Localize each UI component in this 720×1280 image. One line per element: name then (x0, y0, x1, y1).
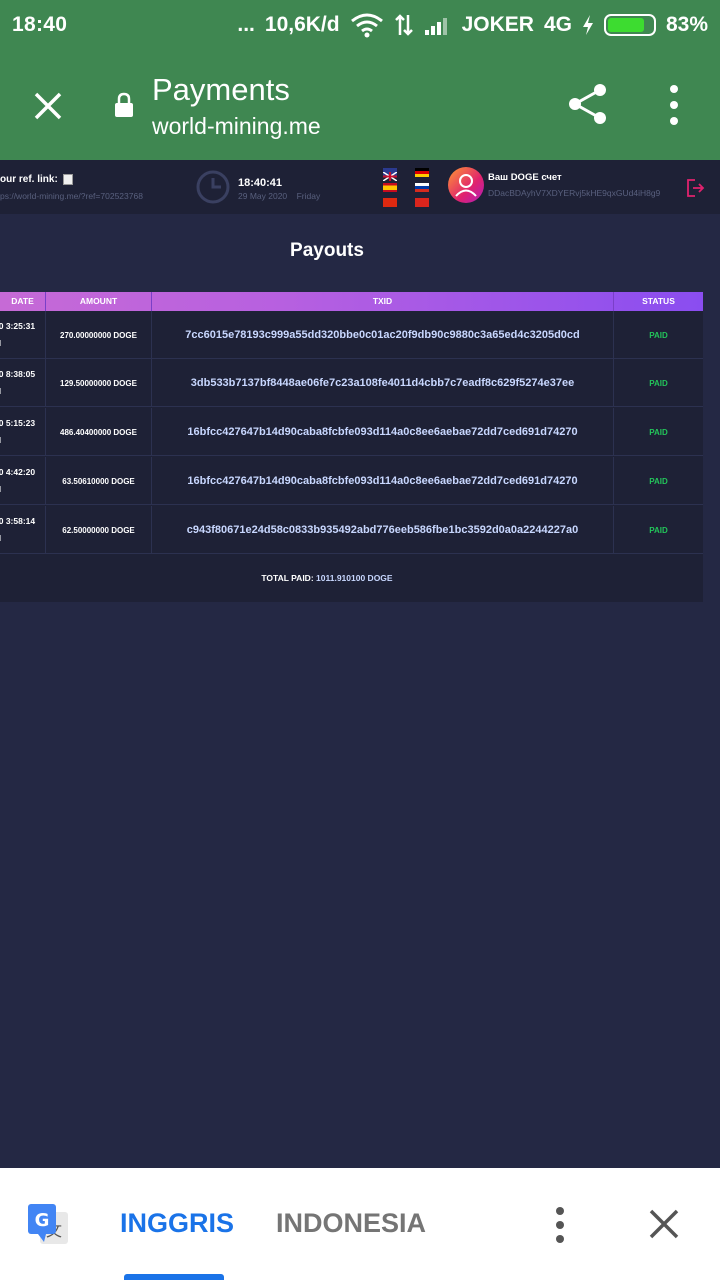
page-url[interactable]: world-mining.me (152, 113, 321, 140)
logout-icon[interactable] (685, 178, 705, 198)
network-speed: 10,6K/d (264, 13, 340, 36)
status-badge: PAID (649, 378, 668, 388)
status-time: 18:40 (12, 13, 68, 36)
uk-flag[interactable] (382, 168, 398, 182)
battery-icon (603, 14, 656, 36)
ref-link-label-text: our ref. link: (0, 174, 58, 186)
row-amount: 486.40400000 DOGE (46, 408, 152, 456)
source-language-tab[interactable]: INGGRIS (120, 1208, 234, 1239)
col-date: DATE (0, 292, 46, 311)
server-weekday: Friday (296, 191, 321, 201)
vn-flag[interactable] (415, 198, 429, 207)
clock-icon (196, 170, 230, 204)
cn-flag[interactable] (383, 198, 397, 207)
copy-icon[interactable] (62, 174, 73, 185)
server-date: 29 May 2020 Friday (238, 191, 320, 201)
table-row: 20 5:15:23 M 486.40400000 DOGE 16bfcc427… (0, 408, 703, 456)
close-icon[interactable] (28, 86, 68, 126)
row-amount: 62.50000000 DOGE (46, 506, 152, 554)
status-badge: PAID (649, 427, 668, 437)
ru-flag[interactable] (415, 183, 429, 192)
total-paid: TOTAL PAID: 1011.910100 DOGE (0, 573, 654, 583)
table-row: 20 3:58:14 M 62.50000000 DOGE c943f80671… (0, 506, 703, 554)
google-translate-icon: 文 G (28, 1204, 68, 1244)
avatar[interactable] (448, 167, 484, 203)
table-row: 20 8:38:05 M 129.50000000 DOGE 3db533b71… (0, 359, 703, 407)
status-bar: 18:40 ... 10,6K/d JOKER 4G 83% (0, 0, 720, 50)
payouts-table: DATE AMOUNT TXID STATUS 20 3:25:31 M 270… (0, 292, 703, 602)
account-label: Ваш DOGE счет (488, 172, 562, 183)
server-date-text: 29 May 2020 (238, 191, 288, 201)
row-amount: 129.50000000 DOGE (46, 359, 152, 407)
row-txid[interactable]: 7cc6015e78193c999a55dd320bbe0c01ac20f9db… (152, 311, 614, 359)
table-header: DATE AMOUNT TXID STATUS (0, 292, 703, 311)
row-txid[interactable]: 16bfcc427647b14d90caba8fcbfe093d114a0c8e… (152, 408, 614, 456)
custom-tab-header: Payments world-mining.me (0, 50, 720, 160)
target-language-tab[interactable]: INDONESIA (276, 1208, 426, 1239)
translate-bar: 文 G INGGRIS INDONESIA (0, 1168, 720, 1280)
active-tab-indicator (124, 1274, 224, 1280)
row-txid[interactable]: 3db533b7137bf8448ae06fe7c23a108fe4011d4c… (152, 359, 614, 407)
row-amount: 63.50610000 DOGE (46, 457, 152, 505)
status-badge: PAID (649, 330, 668, 340)
data-arrows-icon (394, 14, 413, 36)
row-date-text: 20 5:15:23 M (0, 418, 36, 445)
table-row: 20 3:25:31 M 270.00000000 DOGE 7cc6015e7… (0, 311, 703, 359)
row-date: 20 8:38:05 M (0, 359, 46, 407)
server-time: 18:40:41 (238, 177, 283, 189)
total-paid-value: 1011.910100 DOGE (316, 573, 393, 583)
row-date-text: 20 3:58:14 M (0, 516, 36, 543)
row-date: 20 3:25:31 M (0, 311, 46, 359)
carrier-name: JOKER (461, 13, 534, 36)
payouts-heading: Payouts (290, 240, 364, 261)
status-badge: PAID (649, 525, 668, 535)
ref-link-url[interactable]: ps://world-mining.me/?ref=702523768 (0, 191, 143, 201)
charging-icon (582, 15, 593, 35)
more-vert-icon[interactable] (548, 1206, 572, 1244)
row-date-text: 20 3:25:31 M (0, 321, 36, 348)
row-date: 20 5:15:23 M (0, 408, 46, 456)
more-vert-icon[interactable] (662, 84, 686, 126)
share-icon[interactable] (566, 82, 610, 126)
row-txid[interactable]: c943f80671e24d58c0833b935492abd776eeb586… (152, 506, 614, 554)
row-date-text: 20 8:38:05 M (0, 369, 36, 396)
signal-icon (424, 18, 447, 35)
status-right: ... 10,6K/d JOKER 4G 83% (237, 12, 708, 38)
lock-icon (115, 92, 133, 117)
col-status: STATUS (642, 296, 675, 306)
total-paid-label: TOTAL PAID: (261, 573, 314, 583)
close-icon[interactable] (646, 1206, 682, 1242)
row-date-text: 20 4:42:20 M (0, 467, 36, 494)
col-amount: AMOUNT (46, 292, 152, 311)
network-type: 4G (543, 13, 572, 36)
page-title: Payments (152, 72, 290, 107)
battery-fill (607, 18, 645, 32)
wifi-icon (350, 13, 383, 38)
battery-percent: 83% (665, 13, 708, 36)
row-date: 20 3:58:14 M (0, 506, 46, 554)
account-address: DDacBDAyhV7XDYERvj5kHE9qxGUd4iH8g9 (488, 188, 661, 198)
ref-link-label: our ref. link: (0, 174, 73, 185)
row-txid[interactable]: 16bfcc427647b14d90caba8fcbfe093d114a0c8e… (152, 457, 614, 505)
col-txid: TXID (152, 292, 614, 311)
table-row: 20 4:42:20 M 63.50610000 DOGE 16bfcc4276… (0, 457, 703, 505)
row-amount: 270.00000000 DOGE (46, 311, 152, 359)
notification-dots: ... (237, 13, 255, 36)
status-badge: PAID (649, 476, 668, 486)
svg-text:G: G (35, 1210, 50, 1231)
de-flag[interactable] (415, 168, 429, 177)
row-date: 20 4:42:20 M (0, 457, 46, 505)
es-flag[interactable] (383, 183, 397, 192)
site-top-bar: our ref. link: ps://world-mining.me/?ref… (0, 160, 720, 214)
